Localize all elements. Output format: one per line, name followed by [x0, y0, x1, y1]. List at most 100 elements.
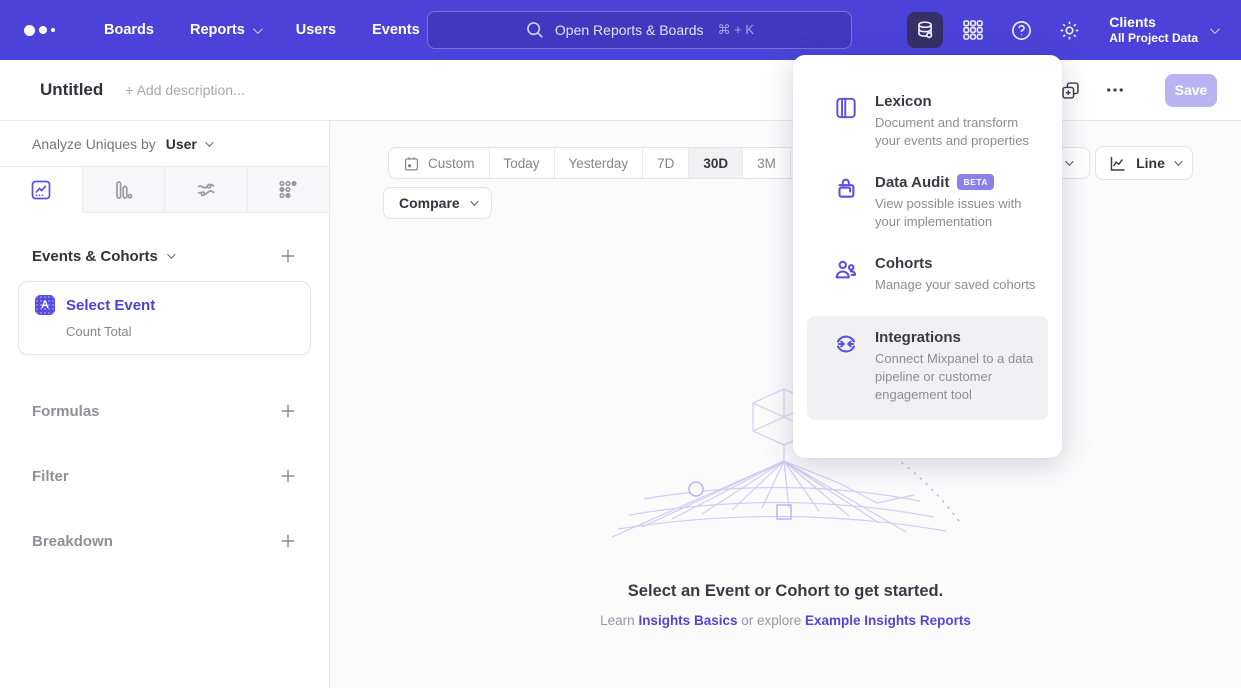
flows-tab-icon	[194, 178, 218, 202]
duplicate-icon	[1060, 80, 1081, 101]
chevron-down-icon	[1210, 24, 1220, 34]
data-management-menu: Lexicon Document and transform your even…	[793, 55, 1062, 458]
chevron-down-icon	[205, 138, 213, 146]
menu-item-lexicon[interactable]: Lexicon Document and transform your even…	[793, 81, 1062, 162]
analyze-value: User	[166, 136, 197, 152]
events-cohorts-dropdown[interactable]: Events & Cohorts	[32, 248, 173, 265]
top-nav: Boards Reports Users Events Open Reports…	[0, 0, 1241, 60]
chart-type-tabs	[0, 166, 329, 213]
empty-state-headline: Select an Event or Cohort to get started…	[330, 582, 1241, 601]
help-button[interactable]	[1003, 12, 1039, 48]
search-shortcut: ⌘ + K	[718, 22, 755, 38]
date-range-label: 3M	[757, 156, 776, 171]
help-icon	[1010, 19, 1033, 42]
compare-dropdown[interactable]: Compare	[383, 187, 492, 219]
date-range-today[interactable]: Today	[489, 148, 554, 178]
nav-item-label: Reports	[190, 22, 245, 38]
nav-items: Boards Reports Users Events	[104, 22, 420, 38]
date-range-label: Today	[504, 156, 540, 171]
date-range-custom[interactable]: Custom	[389, 148, 489, 178]
report-title[interactable]: Untitled	[40, 80, 103, 100]
menu-item-data-audit[interactable]: Data Audit BETA View possible issues wit…	[793, 162, 1062, 243]
subline-prefix: Learn	[600, 613, 638, 628]
date-range-30d[interactable]: 30D	[688, 148, 742, 178]
cohorts-icon	[833, 257, 859, 294]
date-range-label: Yesterday	[569, 156, 629, 171]
nav-item-events[interactable]: Events	[372, 22, 420, 38]
nav-item-boards[interactable]: Boards	[104, 22, 154, 38]
nav-item-label: Boards	[104, 22, 154, 38]
more-dots-icon	[1105, 80, 1125, 100]
date-range-label: 30D	[703, 156, 728, 171]
database-gear-icon	[914, 19, 937, 42]
event-badge: A	[35, 295, 55, 315]
beta-badge: BETA	[957, 174, 994, 190]
add-event-button[interactable]	[279, 247, 297, 265]
analyze-row: Analyze Uniques by User	[0, 121, 329, 166]
events-section-head: Events & Cohorts	[32, 247, 297, 265]
nav-right: Clients All Project Data	[907, 12, 1217, 48]
tab-bar-chart[interactable]	[82, 167, 165, 212]
lexicon-icon	[833, 95, 859, 150]
integrations-icon	[833, 331, 859, 404]
retention-tab-icon	[276, 178, 300, 202]
chart-style-dropdown[interactable]: Line	[1095, 146, 1193, 180]
apps-grid-button[interactable]	[955, 12, 991, 48]
project-switcher[interactable]: Clients All Project Data	[1109, 14, 1217, 47]
menu-item-cohorts[interactable]: Cohorts Manage your saved cohorts	[793, 243, 1062, 306]
nav-item-users[interactable]: Users	[296, 22, 336, 38]
settings-button[interactable]	[1051, 12, 1087, 48]
date-range-yesterday[interactable]: Yesterday	[554, 148, 643, 178]
search-icon	[525, 20, 545, 40]
chevron-down-icon	[470, 197, 478, 205]
add-filter-button[interactable]	[279, 467, 297, 485]
search-input[interactable]: Open Reports & Boards ⌘ + K	[427, 11, 852, 49]
select-event-button[interactable]: Select Event	[66, 297, 155, 314]
line-chart-tab-icon	[29, 178, 53, 202]
date-range-3m[interactable]: 3M	[742, 148, 790, 178]
calendar-icon	[403, 155, 420, 172]
report-canvas: Custom Today Yesterday 7D 30D 3M 6M Line…	[330, 121, 1241, 688]
compare-label: Compare	[399, 195, 460, 211]
date-range-7d[interactable]: 7D	[642, 148, 688, 178]
data-management-button[interactable]	[907, 12, 943, 48]
mixpanel-logo-icon[interactable]	[24, 25, 80, 36]
nav-item-label: Users	[296, 22, 336, 38]
breakdown-label: Breakdown	[32, 533, 113, 550]
save-button[interactable]: Save	[1165, 74, 1217, 107]
more-options-button[interactable]	[1105, 80, 1125, 100]
search-placeholder: Open Reports & Boards	[555, 22, 704, 38]
subline-middle: or explore	[737, 613, 805, 628]
formulas-row: Formulas	[0, 402, 329, 420]
account-name: Clients	[1109, 14, 1198, 32]
events-section-label: Events & Cohorts	[32, 248, 158, 265]
chevron-down-icon	[167, 250, 175, 258]
filter-label: Filter	[32, 468, 69, 485]
duplicate-report-button[interactable]	[1060, 80, 1081, 101]
menu-item-title: Data Audit BETA	[875, 174, 1042, 191]
event-card[interactable]: A Select Event Count Total	[18, 281, 311, 355]
add-formula-button[interactable]	[279, 402, 297, 420]
chevron-down-icon	[1065, 157, 1073, 165]
formulas-label: Formulas	[32, 403, 100, 420]
data-audit-icon	[833, 176, 859, 231]
chevron-down-icon	[1174, 157, 1182, 165]
add-breakdown-button[interactable]	[279, 532, 297, 550]
breakdown-row: Breakdown	[0, 532, 329, 550]
menu-item-integrations[interactable]: Integrations Connect Mixpanel to a data …	[807, 316, 1048, 420]
tab-insights-line[interactable]	[0, 167, 82, 213]
tab-retention[interactable]	[247, 167, 330, 212]
nav-item-label: Events	[372, 22, 420, 38]
nav-item-reports[interactable]: Reports	[190, 22, 260, 38]
bar-chart-tab-icon	[111, 178, 135, 202]
insights-basics-link[interactable]: Insights Basics	[638, 613, 737, 628]
gear-icon	[1058, 19, 1081, 42]
event-measurement-dropdown[interactable]: Count Total	[66, 324, 294, 339]
tab-flows[interactable]	[164, 167, 247, 212]
analyze-by-dropdown[interactable]: User	[166, 136, 211, 152]
empty-state-subline: Learn Insights Basics or explore Example…	[330, 613, 1241, 628]
example-reports-link[interactable]: Example Insights Reports	[805, 613, 971, 628]
report-description-placeholder[interactable]: + Add description...	[125, 82, 244, 98]
chart-style-label: Line	[1136, 155, 1165, 171]
chevron-down-icon	[253, 24, 263, 34]
